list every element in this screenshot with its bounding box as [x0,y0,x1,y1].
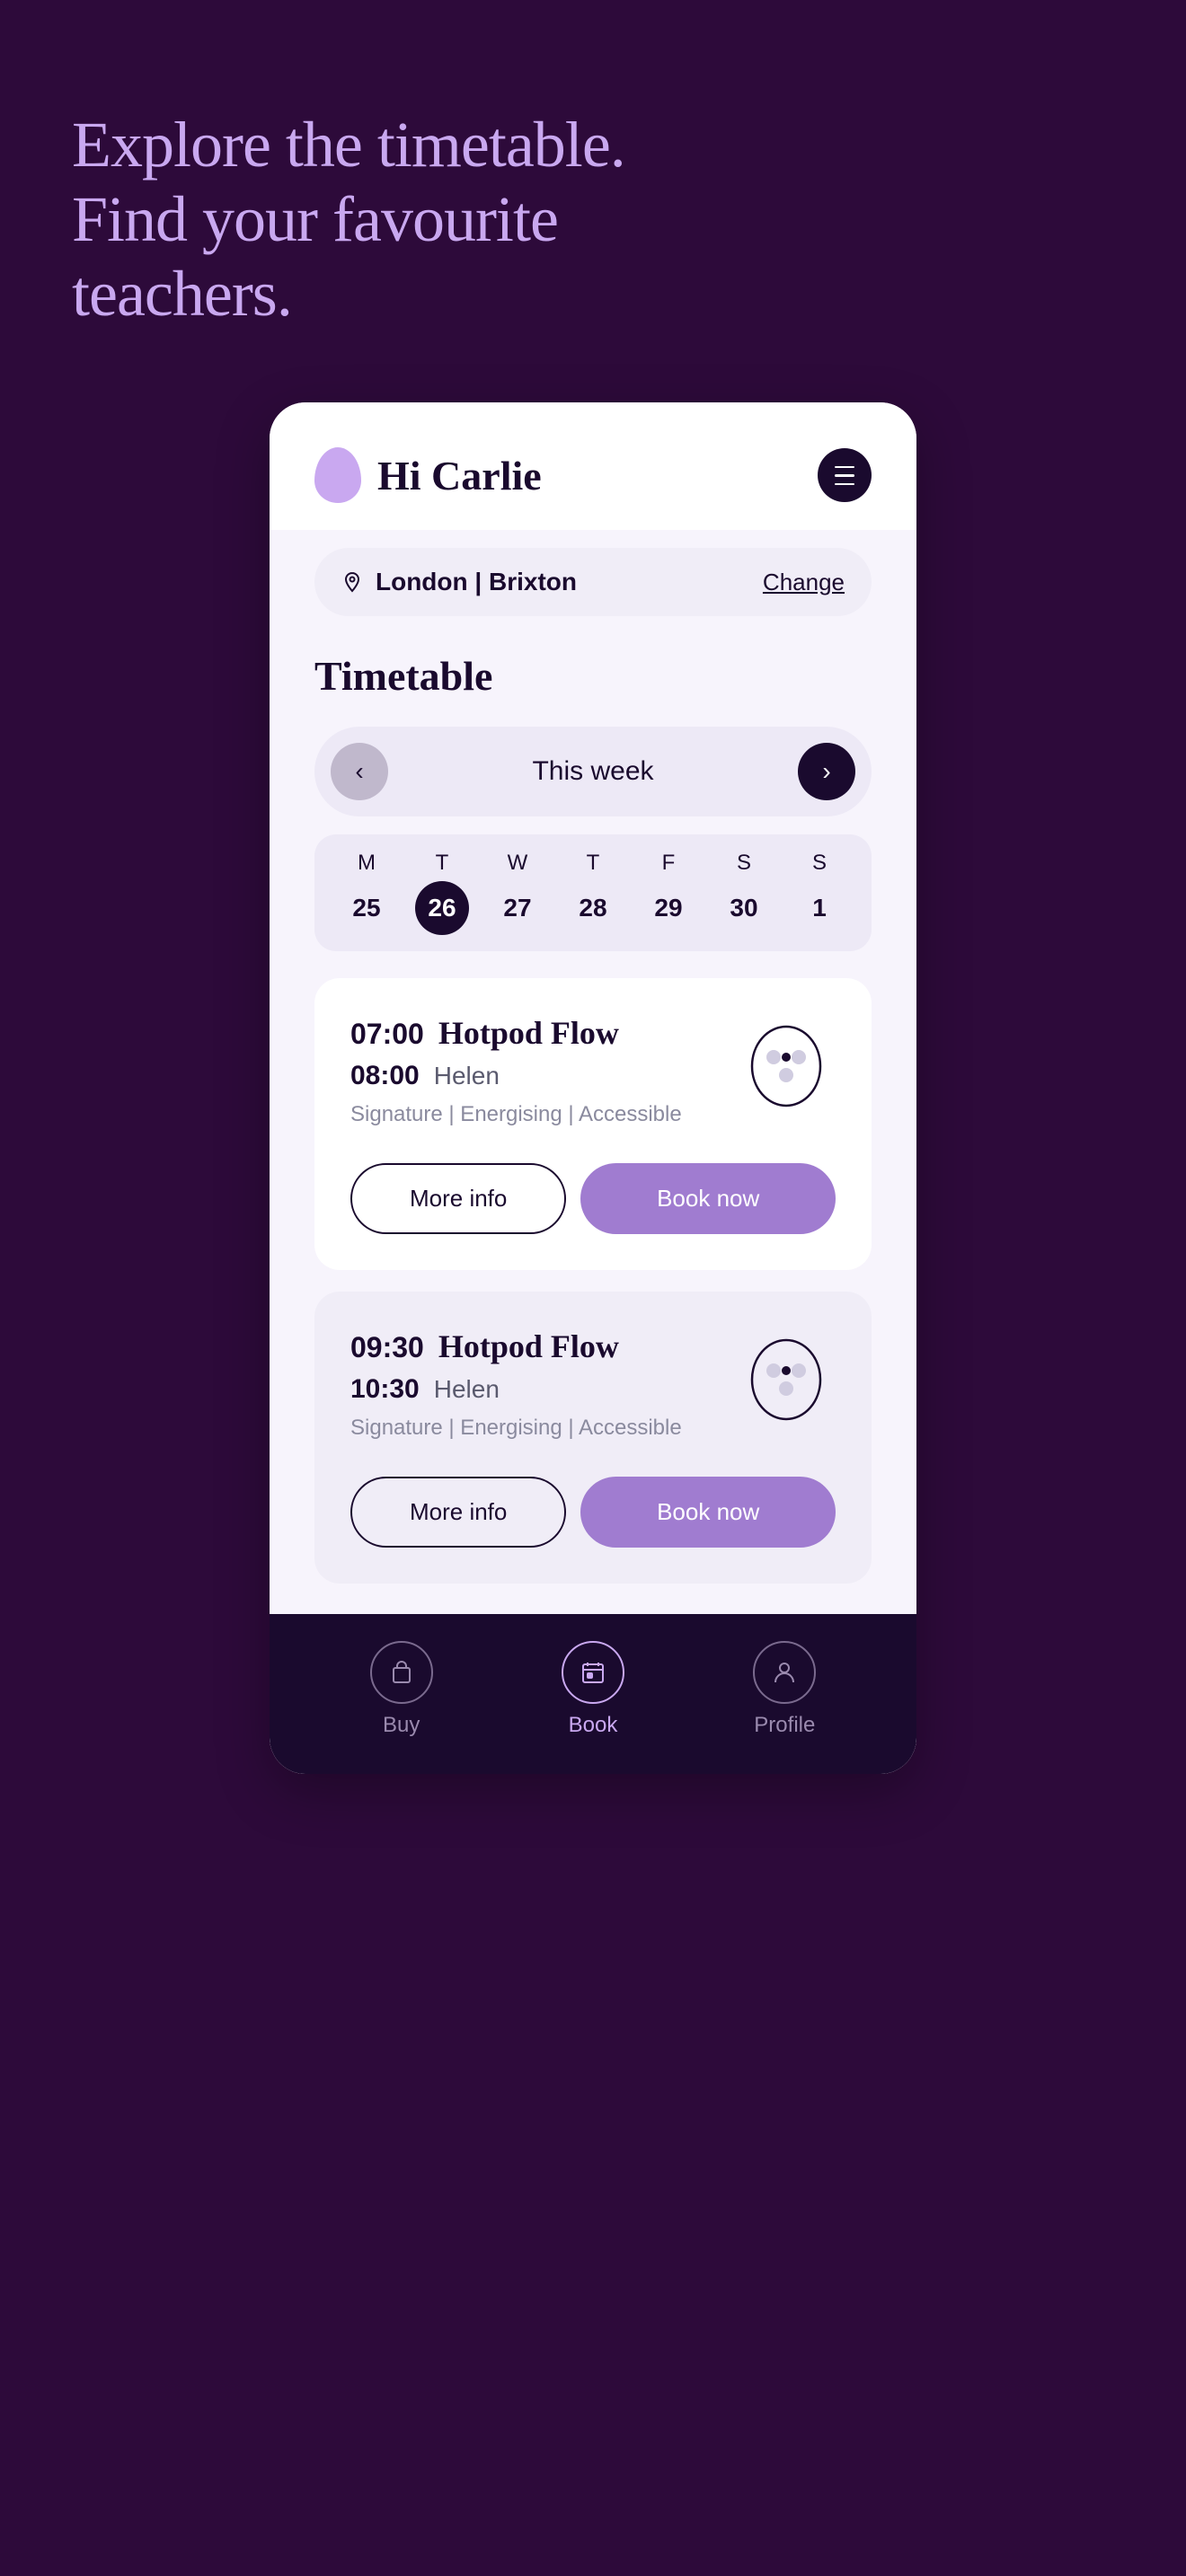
app-card: Hi Carlie London | Brixton Change Timeta… [270,402,916,1774]
class-name-2: Hotpod Flow [438,1328,619,1365]
app-header: Hi Carlie [270,402,916,530]
class-card-2: 09:30 Hotpod Flow 10:30 Helen Signature … [314,1292,872,1584]
nav-label-buy: Buy [383,1713,420,1738]
menu-button[interactable] [818,448,872,502]
more-info-button-1[interactable]: More info [350,1163,566,1234]
change-location-button[interactable]: Change [763,569,845,596]
nav-item-profile[interactable]: Profile [753,1641,816,1738]
menu-icon-line2 [835,474,854,477]
location-bar: London | Brixton Change [314,548,872,616]
avatar-droplet [314,447,361,503]
greeting-text: Hi Carlie [377,452,542,499]
week-label: This week [532,756,653,787]
class-end-row-2: 10:30 Helen [350,1374,737,1405]
header-left: Hi Carlie [314,447,542,503]
location-left: London | Brixton [341,568,577,596]
menu-icon-line1 [835,466,854,469]
day-item-tue[interactable]: T 26 [415,851,469,935]
timetable-title: Timetable [314,652,872,700]
day-selector: M 25 T 26 W 27 T 28 F 29 S 30 [314,834,872,951]
class-teacher-1: Helen [434,1062,500,1090]
book-now-button-2[interactable]: Book now [580,1477,836,1548]
nav-item-book[interactable]: Book [562,1641,624,1738]
bottom-nav: Buy Book Profile [270,1614,916,1774]
class-end-row-1: 08:00 Helen [350,1061,737,1091]
bag-icon [370,1641,433,1704]
day-item-wed[interactable]: W 27 [491,851,544,935]
pin-icon [341,571,363,593]
next-week-button[interactable]: › [798,743,855,800]
class-tags-1: Signature | Energising | Accessible [350,1102,737,1127]
class-info-1: 07:00 Hotpod Flow 08:00 Helen Signature … [350,1014,737,1154]
timetable-section: Timetable ‹ This week › M 25 T 26 W 27 T… [270,634,916,1614]
calendar-icon [562,1641,624,1704]
class-actions-2: More info Book now [350,1477,836,1548]
week-nav: ‹ This week › [314,727,872,816]
hotpod-logo-1 [737,1014,836,1113]
book-now-button-1[interactable]: Book now [580,1163,836,1234]
nav-label-book: Book [569,1713,618,1738]
class-card-1: 07:00 Hotpod Flow 08:00 Helen Signature … [314,978,872,1270]
class-name-1: Hotpod Flow [438,1014,619,1052]
class-end-time-2: 10:30 [350,1374,420,1405]
day-item-fri[interactable]: F 29 [642,851,695,935]
class-time-name-2: 09:30 Hotpod Flow [350,1328,737,1365]
hero-line1: Explore the timetable. [72,109,625,181]
class-start-time-1: 07:00 [350,1018,424,1051]
menu-icon-line3 [835,483,854,486]
location-text: London | Brixton [376,568,577,596]
class-time-name-1: 07:00 Hotpod Flow [350,1014,737,1052]
class-card-inner-1: 07:00 Hotpod Flow 08:00 Helen Signature … [350,1014,836,1154]
hero-text: Explore the timetable. Find your favouri… [72,108,683,331]
day-item-thu[interactable]: T 28 [566,851,620,935]
nav-label-profile: Profile [754,1713,815,1738]
class-teacher-2: Helen [434,1375,500,1404]
class-card-inner-2: 09:30 Hotpod Flow 10:30 Helen Signature … [350,1328,836,1468]
day-item-mon[interactable]: M 25 [340,851,394,935]
class-start-time-2: 09:30 [350,1331,424,1364]
day-item-sun[interactable]: S 1 [792,851,846,935]
class-tags-2: Signature | Energising | Accessible [350,1416,737,1441]
person-icon [753,1641,816,1704]
hotpod-logo-2 [737,1328,836,1426]
class-end-time-1: 08:00 [350,1061,420,1091]
prev-week-button[interactable]: ‹ [331,743,388,800]
day-item-sat[interactable]: S 30 [717,851,771,935]
nav-item-buy[interactable]: Buy [370,1641,433,1738]
hero-line2: Find your favourite teachers. [72,183,558,330]
more-info-button-2[interactable]: More info [350,1477,566,1548]
class-actions-1: More info Book now [350,1163,836,1234]
class-info-2: 09:30 Hotpod Flow 10:30 Helen Signature … [350,1328,737,1468]
